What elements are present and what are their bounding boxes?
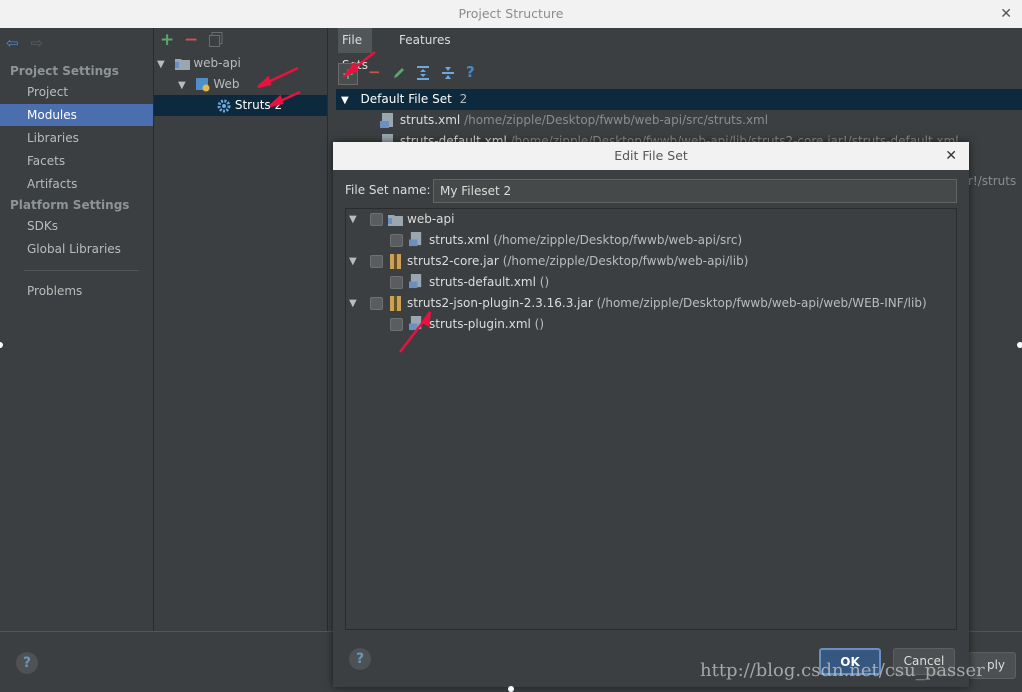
watermark-text: http://blog.csdn.net/csu_passer — [700, 660, 985, 681]
file-tree-row[interactable]: ▼ struts2-core.jar (/home/zipple/Desktop… — [346, 251, 956, 272]
file-tree-row[interactable]: ▼ web-api — [346, 209, 956, 230]
add-module-icon[interactable]: + — [160, 30, 174, 50]
tree-label: struts2-core.jar (/home/zipple/Desktop/f… — [407, 254, 749, 268]
tree-label: struts-default.xml () — [429, 275, 550, 289]
nav-divider — [24, 270, 139, 271]
web-facet-icon — [195, 77, 210, 91]
tree-label: struts-plugin.xml () — [429, 317, 545, 331]
tree-label-web-api: web-api — [193, 56, 241, 70]
file-name: struts.xml — [399, 113, 461, 127]
file-tree-row[interactable]: struts-plugin.xml () — [346, 314, 956, 335]
file-tree-row[interactable]: struts.xml (/home/zipple/Desktop/fwwb/we… — [346, 230, 956, 251]
expand-triangle-icon[interactable]: ▼ — [178, 80, 186, 91]
dialog-help-icon[interactable]: ? — [349, 648, 371, 670]
file-tree: ▼ web-api struts.xml (/home/zipple/Deskt… — [345, 208, 957, 630]
dialog-title: Edit File Set — [614, 148, 688, 163]
expand-triangle-icon[interactable]: ▼ — [349, 251, 359, 272]
tree-label-web: Web — [213, 77, 240, 91]
tree-label: web-api — [407, 212, 455, 226]
checkbox[interactable] — [390, 276, 403, 289]
nav-item-facets[interactable]: Facets — [0, 150, 153, 172]
file-tree-row[interactable]: ▼ struts2-json-plugin-2.3.16.3.jar (/hom… — [346, 293, 956, 314]
project-settings-heading: Project Settings — [10, 64, 119, 78]
checkbox[interactable] — [370, 255, 383, 268]
file-set-group-label: Default File Set — [360, 92, 452, 106]
checkbox[interactable] — [370, 213, 383, 226]
module-folder-icon — [174, 59, 190, 70]
window-title: Project Structure — [458, 6, 564, 21]
file-set-name-input[interactable] — [433, 179, 957, 203]
copy-icon[interactable] — [209, 32, 223, 52]
remove-file-set-icon[interactable]: − — [368, 63, 381, 81]
help-icon[interactable]: ? — [16, 652, 38, 674]
expand-triangle-icon[interactable]: ▼ — [341, 95, 349, 106]
nav-item-sdks[interactable]: SDKs — [0, 215, 153, 237]
tree-row-struts2[interactable]: Struts 2 — [154, 95, 327, 116]
xml-file-icon — [409, 316, 422, 331]
xml-file-icon — [409, 274, 422, 289]
resize-handle[interactable] — [508, 686, 514, 692]
tab-file-sets[interactable]: File Sets — [338, 28, 372, 72]
struts-gear-icon — [217, 99, 231, 112]
checkbox[interactable] — [370, 297, 383, 310]
tree-label-struts2: Struts 2 — [234, 98, 283, 112]
back-arrow-icon[interactable]: ⇦ — [6, 34, 19, 52]
edit-pencil-icon[interactable] — [392, 66, 406, 84]
dialog-close-icon[interactable]: ✕ — [945, 142, 957, 170]
expand-triangle-icon[interactable]: ▼ — [157, 59, 165, 70]
expand-all-icon[interactable] — [416, 66, 430, 84]
resize-handle[interactable] — [1017, 342, 1022, 348]
tab-features[interactable]: Features — [395, 28, 455, 53]
file-tree-row[interactable]: struts-default.xml () — [346, 272, 956, 293]
help-question-icon[interactable]: ? — [466, 63, 475, 81]
jar-icon — [390, 296, 401, 311]
edit-file-set-dialog: Edit File Set ✕ File Set name: ▼ web-api… — [333, 142, 969, 687]
tree-label: struts2-json-plugin-2.3.16.3.jar (/home/… — [407, 296, 927, 310]
tree-row-web-api[interactable]: ▼ web-api — [157, 53, 241, 74]
file-path: /home/zipple/Desktop/fwwb/web-api/src/st… — [464, 113, 769, 127]
forward-arrow-icon[interactable]: ⇨ — [31, 34, 44, 52]
window-close-icon[interactable]: ✕ — [1000, 0, 1012, 28]
platform-settings-heading: Platform Settings — [10, 198, 130, 212]
file-set-row[interactable]: struts.xml /home/zipple/Desktop/fwwb/web… — [380, 110, 768, 130]
checkbox[interactable] — [390, 318, 403, 331]
file-set-name-label: File Set name: — [345, 183, 431, 197]
file-set-group-row[interactable]: ▼ Default File Set 2 — [336, 89, 1022, 110]
nav-item-modules[interactable]: Modules — [0, 104, 153, 126]
collapse-all-icon[interactable] — [441, 66, 455, 84]
window-titlebar: Project Structure ✕ — [0, 0, 1022, 28]
nav-item-global-libraries[interactable]: Global Libraries — [0, 238, 153, 260]
settings-nav: ⇦ ⇨ Project Settings Project Modules Libr… — [0, 28, 154, 631]
module-folder-icon — [388, 215, 403, 226]
add-file-set-button[interactable]: + — [338, 63, 358, 85]
xml-file-icon — [409, 232, 422, 247]
jar-icon — [390, 254, 401, 269]
nav-item-artifacts[interactable]: Artifacts — [0, 173, 153, 195]
expand-triangle-icon[interactable]: ▼ — [349, 293, 359, 314]
nav-arrows: ⇦ ⇨ — [6, 34, 43, 52]
xml-file-icon — [380, 112, 393, 128]
expand-triangle-icon[interactable]: ▼ — [349, 209, 359, 230]
checkbox[interactable] — [390, 234, 403, 247]
tree-row-web[interactable]: ▼ Web — [178, 74, 240, 95]
nav-item-problems[interactable]: Problems — [0, 280, 153, 302]
nav-item-libraries[interactable]: Libraries — [0, 127, 153, 149]
partial-path-text: r!/struts — [968, 174, 1017, 188]
nav-item-project[interactable]: Project — [0, 81, 153, 103]
file-set-group-count: 2 — [459, 92, 468, 106]
tree-label: struts.xml (/home/zipple/Desktop/fwwb/we… — [429, 233, 743, 247]
dialog-titlebar: Edit File Set ✕ — [333, 142, 969, 170]
module-tree-panel: + − ▼ web-api ▼ Web Struts 2 — [154, 28, 328, 631]
remove-module-icon[interactable]: − — [184, 30, 198, 50]
